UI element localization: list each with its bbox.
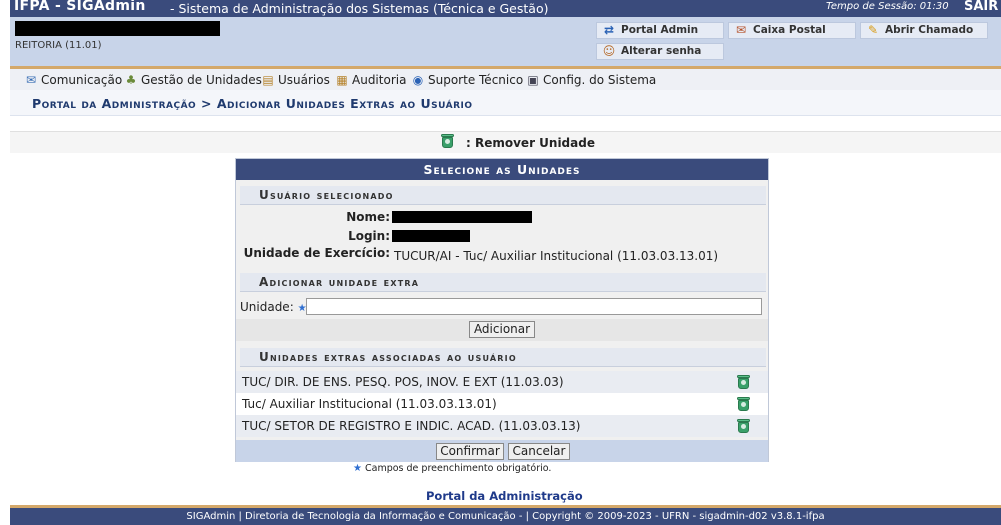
add-button-area: Adicionar	[236, 319, 768, 341]
portal-admin-button[interactable]: ⇄ Portal Admin	[596, 22, 724, 39]
envelope-icon: ✉	[25, 73, 37, 87]
users-icon: ▤	[262, 73, 274, 87]
page-title: Portal da Administração > Adicionar Unid…	[32, 96, 473, 111]
list-item: TUC/ DIR. DE ENS. PESQ. POS, INOV. E EXT…	[236, 371, 768, 393]
ticket-icon: ✎	[867, 23, 879, 37]
menu-item-usuarios[interactable]: ▤ Usuários	[260, 73, 330, 87]
extra-unit-name: TUC/ SETOR DE REGISTRO E INDIC. ACAD. (1…	[242, 419, 581, 433]
select-units-form: Selecione as Unidades Usuário selecionad…	[235, 158, 769, 462]
list-item: Tuc/ Auxiliar Institucional (11.03.03.13…	[236, 393, 768, 415]
monitor-icon: ▣	[527, 73, 539, 87]
form-title: Selecione as Unidades	[236, 159, 768, 180]
menu-item-config-sistema[interactable]: ▣ Config. do Sistema	[525, 73, 656, 87]
audit-icon: ▦	[336, 73, 348, 87]
portal-link[interactable]: Portal da Administração	[426, 489, 583, 503]
menu-item-auditoria[interactable]: ▦ Auditoria	[334, 73, 406, 87]
menu-item-comunicacao[interactable]: ✉ Comunicação	[23, 73, 122, 87]
required-star-icon: ★	[353, 463, 362, 474]
confirm-button[interactable]: Confirmar	[436, 443, 504, 460]
menu-item-suporte-tecnico[interactable]: ◉ Suporte Técnico	[410, 73, 523, 87]
caixa-postal-button[interactable]: ✉ Caixa Postal	[728, 22, 856, 39]
login-label: Login:	[348, 229, 390, 243]
unidade-input[interactable]	[306, 298, 762, 315]
session-timer: Tempo de Sessão: 01:30	[826, 1, 949, 12]
remove-unit-icon[interactable]	[736, 419, 751, 433]
redacted-username	[15, 21, 220, 36]
exercicio-value: TUCUR/AI - Tuc/ Auxiliar Institucional (…	[394, 249, 719, 263]
add-unit-button[interactable]: Adicionar	[469, 321, 535, 338]
redacted-login	[392, 230, 470, 242]
unidade-label: Unidade: ★	[240, 300, 307, 314]
app-title: IFPA - SIGAdmin	[14, 0, 146, 14]
remove-unit-icon[interactable]	[736, 397, 751, 411]
redacted-name	[392, 211, 532, 223]
app-subtitle: - Sistema de Administração dos Sistemas …	[170, 1, 549, 16]
user-key-icon: ☺	[602, 44, 616, 58]
mailbox-icon: ✉	[735, 23, 747, 37]
form-actions: Confirmar Cancelar	[236, 440, 768, 462]
section-user-selected: Usuário selecionado	[240, 186, 766, 205]
section-extras: Unidades extras associadas ao usuário	[240, 348, 766, 367]
abrir-chamado-button[interactable]: ✎ Abrir Chamado	[860, 22, 988, 39]
cancel-button[interactable]: Cancelar	[508, 443, 570, 460]
alterar-senha-button[interactable]: ☺ Alterar senha	[596, 43, 724, 60]
footer: SIGAdmin | Diretoria de Tecnologia da In…	[10, 505, 1001, 525]
trash-icon	[440, 134, 455, 148]
section-add-extra: Adicionar unidade extra	[240, 273, 766, 292]
help-icon: ◉	[412, 73, 424, 87]
top-bar: IFPA - SIGAdmin - Sistema de Administraç…	[10, 0, 1001, 17]
logout-link[interactable]: SAIR	[964, 0, 998, 14]
extra-unit-name: Tuc/ Auxiliar Institucional (11.03.03.13…	[242, 397, 497, 411]
nome-label: Nome:	[346, 210, 390, 224]
required-note: ★ Campos de preenchimento obrigatório.	[353, 463, 552, 474]
main-menu: ✉ Comunicação ♣ Gestão de Unidades ▤ Usu…	[10, 66, 1001, 90]
icon-legend: : Remover Unidade	[10, 131, 1001, 153]
list-item: TUC/ SETOR DE REGISTRO E INDIC. ACAD. (1…	[236, 415, 768, 437]
menu-item-gestao-unidades[interactable]: ♣ Gestão de Unidades	[123, 73, 262, 87]
exercicio-label: Unidade de Exercício:	[243, 246, 390, 260]
current-unit: REITORIA (11.01)	[15, 40, 102, 51]
user-info-bar: REITORIA (11.01) ⇄ Portal Admin ✉ Caixa …	[10, 17, 1001, 66]
remove-unit-icon[interactable]	[736, 375, 751, 389]
units-icon: ♣	[125, 73, 137, 87]
breadcrumb: Portal da Administração > Adicionar Unid…	[10, 90, 1001, 116]
extra-unit-name: TUC/ DIR. DE ENS. PESQ. POS, INOV. E EXT…	[242, 375, 564, 389]
legend-text: : Remover Unidade	[466, 136, 595, 150]
portal-admin-icon: ⇄	[603, 23, 615, 37]
